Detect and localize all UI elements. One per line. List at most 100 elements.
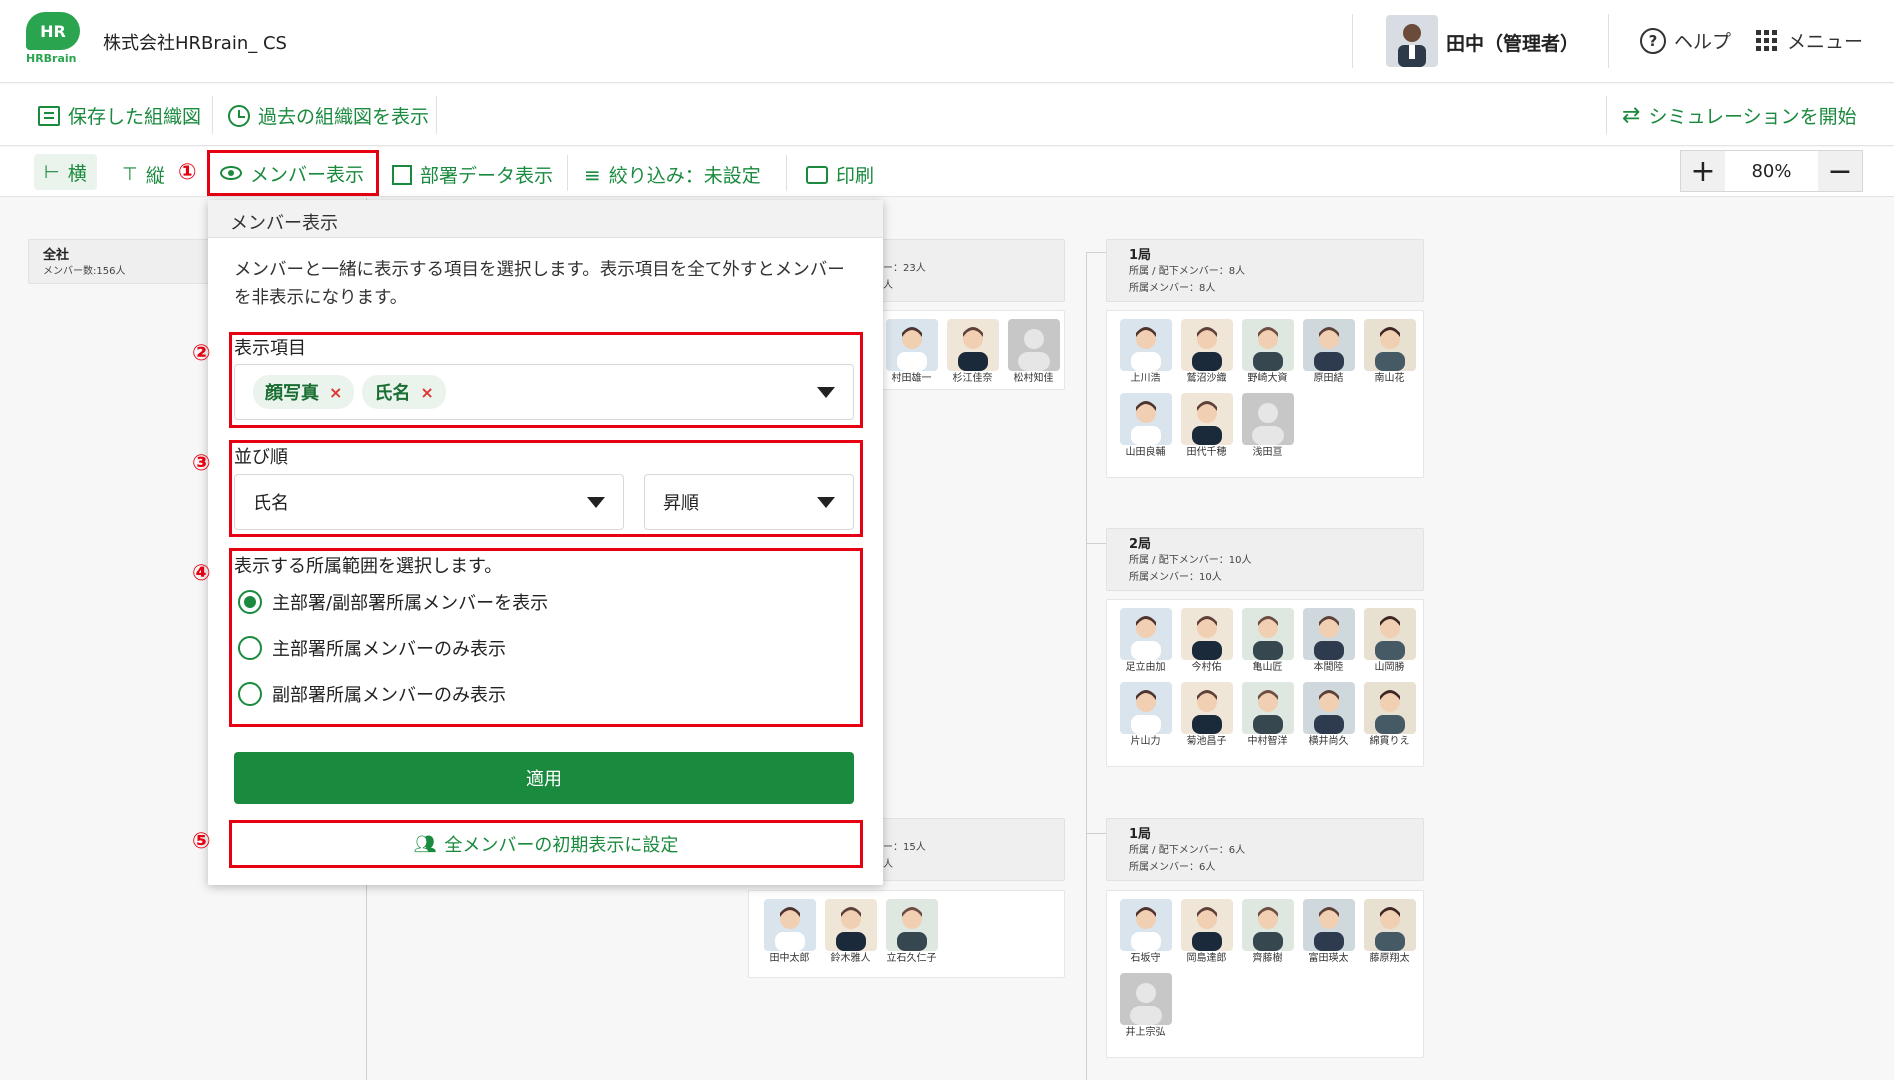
divider	[567, 155, 568, 191]
zoom-in-button[interactable]: +	[1681, 151, 1725, 191]
dept-sub: ー：15人	[883, 842, 926, 853]
member-card[interactable]: 井上宗弘	[1115, 973, 1176, 1039]
member-card[interactable]: 南山花	[1359, 319, 1420, 385]
menu-button[interactable]: メニュー	[1756, 27, 1863, 54]
member-card[interactable]: 横井尚久	[1298, 682, 1359, 748]
radio-icon	[238, 590, 262, 614]
dept-sub: 所属メンバー：10人	[1129, 572, 1222, 583]
vertical-layout-button[interactable]: ⊤ 縦	[122, 161, 165, 188]
member-card[interactable]: 菊池昌子	[1176, 682, 1237, 748]
chip-photo[interactable]: 顔写真 ×	[253, 375, 355, 409]
filter-button[interactable]: ≡ 絞り込み：未設定	[584, 161, 761, 188]
member-card[interactable]: 藤原翔太	[1359, 899, 1420, 965]
radio-label: 副部署所属メンバーのみ表示	[272, 685, 506, 706]
member-photo	[1241, 319, 1294, 371]
member-card[interactable]: 片山力	[1115, 682, 1176, 748]
help-button[interactable]: ? ヘルプ	[1640, 27, 1731, 54]
saved-label: 保存した組織図	[68, 106, 202, 128]
member-display-panel: メンバー表示 メンバーと一緒に表示する項目を選択します。表示項目を全て外すとメン…	[208, 200, 883, 885]
divider	[1352, 14, 1353, 68]
member-name: 南山花	[1374, 373, 1405, 384]
dept-data-button[interactable]: 部署データ表示	[392, 161, 553, 188]
member-card[interactable]: 松村知佳	[1003, 319, 1064, 385]
horizontal-layout-button[interactable]: ⊢ 横	[34, 154, 97, 190]
member-panel-d2: 足立由加 今村佑 亀山匠 本間陸 山岡勝片山力 菊池昌子 中村智洋 横井尚久 綿貫りえ	[1106, 599, 1424, 767]
saved-org-charts-button[interactable]: 保存した組織図	[38, 102, 201, 129]
annotation-3: ③	[192, 451, 211, 476]
logo-text: HRBrain	[26, 52, 77, 65]
remove-icon[interactable]: ×	[329, 383, 342, 402]
member-card[interactable]: 亀山匠	[1237, 608, 1298, 674]
chip-list: 顔写真 × 氏名 ×	[253, 375, 446, 409]
remove-icon[interactable]: ×	[420, 383, 433, 402]
member-card[interactable]: 田代千穂	[1176, 393, 1237, 459]
member-name: 井上宗弘	[1125, 1027, 1166, 1038]
dept-card-d3[interactable]: 1局 所属 / 配下メンバー：6人 所属メンバー：6人	[1106, 818, 1424, 881]
menu-label: メニュー	[1787, 31, 1864, 53]
member-photo	[1119, 973, 1172, 1025]
member-card[interactable]: 富田瑛太	[1298, 899, 1359, 965]
scope-label: 表示する所属範囲を選択します。	[234, 556, 503, 577]
dept-title: 1局	[1129, 248, 1152, 263]
dept-card-root[interactable]: 全社 メンバー数:156人	[28, 239, 218, 284]
user-avatar[interactable]	[1386, 15, 1438, 67]
radio-icon	[238, 682, 262, 706]
member-card[interactable]: 齊藤樹	[1237, 899, 1298, 965]
chevron-down-icon[interactable]	[817, 386, 835, 398]
user-name[interactable]: 田中（管理者）	[1446, 29, 1579, 56]
member-card[interactable]: 浅田亘	[1237, 393, 1298, 459]
sort-order-select[interactable]: 昇順	[644, 474, 854, 530]
member-card[interactable]: 村田雄一	[881, 319, 942, 385]
member-card[interactable]: 本間陸	[1298, 608, 1359, 674]
sort-label: 並び順	[234, 447, 288, 468]
users-icon: 👥︎	[413, 833, 437, 855]
member-photo	[1241, 899, 1294, 951]
sort-key-select[interactable]: 氏名	[234, 474, 624, 530]
scope-option-both[interactable]: 主部署/副部署所属メンバーを表示	[238, 579, 548, 625]
member-name: 立石久仁子	[886, 953, 937, 964]
member-panel-d1: 上川浩 鷲沼沙織 野崎大資 原田結 南山花山田良輔 田代千穂 浅田亘	[1106, 310, 1424, 478]
chip-label: 顔写真	[265, 383, 319, 404]
member-card[interactable]: 中村智洋	[1237, 682, 1298, 748]
help-icon: ?	[1640, 27, 1666, 54]
annotation-5: ⑤	[192, 829, 211, 854]
set-default-button[interactable]: 👥︎ 全メンバーの初期表示に設定	[229, 820, 863, 868]
chip-name[interactable]: 氏名 ×	[362, 375, 446, 409]
member-display-button[interactable]: メンバー表示	[207, 150, 379, 196]
member-card[interactable]: 足立由加	[1115, 608, 1176, 674]
member-photo	[1302, 899, 1355, 951]
member-card[interactable]: 岡島達郎	[1176, 899, 1237, 965]
member-card[interactable]: 杉江佳奈	[942, 319, 1003, 385]
member-card[interactable]: 野崎大資	[1237, 319, 1298, 385]
member-card[interactable]: 原田結	[1298, 319, 1359, 385]
logo[interactable]: HR HRBrain	[26, 12, 86, 68]
member-card[interactable]: 鷲沼沙織	[1176, 319, 1237, 385]
member-card[interactable]: 上川浩	[1115, 319, 1176, 385]
member-name: 松村知佳	[1013, 373, 1054, 384]
member-card[interactable]: 鈴木雅人	[820, 899, 881, 965]
dept-sub: メンバー数:156人	[43, 266, 126, 277]
apply-button[interactable]: 適用	[234, 752, 854, 804]
top-toolbar: 保存した組織図 過去の組織図を表示 ⇄ シミュレーションを開始	[0, 84, 1894, 146]
member-card[interactable]: 田中太郎	[759, 899, 820, 965]
member-card[interactable]: 山岡勝	[1359, 608, 1420, 674]
display-items-select[interactable]: 顔写真 × 氏名 ×	[234, 364, 854, 420]
scope-option-sub[interactable]: 副部署所属メンバーのみ表示	[238, 671, 548, 717]
chevron-down-icon	[817, 496, 835, 508]
past-org-charts-button[interactable]: 過去の組織図を表示	[228, 102, 429, 129]
help-label: ヘルプ	[1674, 31, 1732, 53]
member-card[interactable]: 石坂守	[1115, 899, 1176, 965]
member-card[interactable]: 山田良輔	[1115, 393, 1176, 459]
dept-card-d2[interactable]: 2局 所属 / 配下メンバー：10人 所属メンバー：10人	[1106, 528, 1424, 591]
start-simulation-button[interactable]: ⇄ シミュレーションを開始	[1622, 102, 1857, 129]
dept-card-d1[interactable]: 1局 所属 / 配下メンバー：8人 所属メンバー：8人	[1106, 239, 1424, 302]
app-header: HR HRBrain 株式会社HRBrain_ CS 田中（管理者） ? ヘルプ…	[0, 0, 1894, 83]
print-button[interactable]: 印刷	[806, 161, 874, 188]
zoom-out-button[interactable]: −	[1818, 151, 1862, 191]
member-card[interactable]: 立石久仁子	[881, 899, 942, 965]
member-photo	[1007, 319, 1060, 371]
member-card[interactable]: 綿貫りえ	[1359, 682, 1420, 748]
member-photo	[1180, 899, 1233, 951]
member-card[interactable]: 今村佑	[1176, 608, 1237, 674]
scope-option-main[interactable]: 主部署所属メンバーのみ表示	[238, 625, 548, 671]
